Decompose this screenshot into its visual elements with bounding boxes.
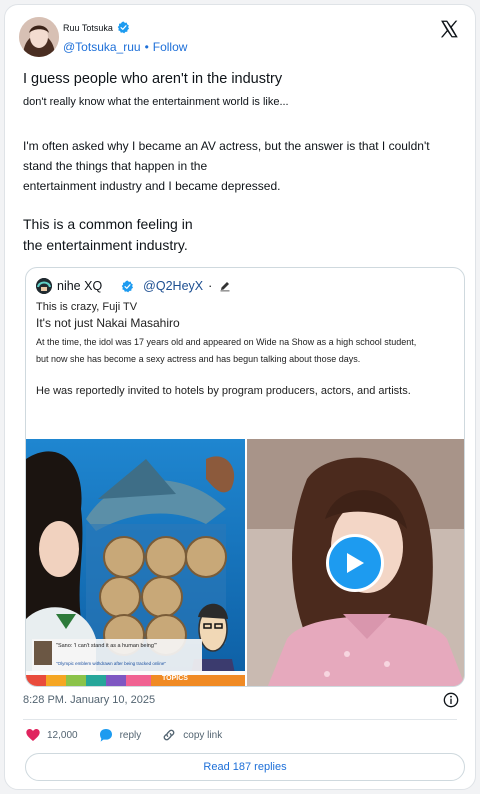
post-card: Ruu Totsuka @Totsuka_ruu • Follow I gues…	[4, 4, 476, 790]
author-display-name[interactable]: Ruu Totsuka	[63, 23, 113, 33]
quoted-post[interactable]: nihe XQ @Q2HeyX · This is crazy, Fuji TV…	[25, 267, 465, 687]
follow-button[interactable]: Follow	[153, 40, 188, 54]
post-header: Ruu Totsuka @Totsuka_ruu • Follow	[19, 17, 461, 63]
heart-icon	[26, 729, 40, 741]
quoted-text-line: but now she has become a sexy actress an…	[36, 354, 361, 364]
media-grid: "Sano: 'I can't stand it as a human bein…	[26, 439, 464, 686]
divider	[23, 719, 457, 720]
post-text-line: entertainment industry and I became depr…	[23, 179, 281, 193]
handle-separator: •	[144, 40, 149, 54]
post-text-paragraph: I'm often asked why I became an AV actre…	[23, 136, 461, 196]
edited-pencil-icon	[220, 282, 230, 292]
post-text-line: don't really know what the entertainment…	[23, 96, 289, 108]
video-play-button[interactable]	[326, 534, 384, 592]
play-icon	[347, 553, 364, 573]
post-text-line: I guess people who aren't in the industr…	[23, 71, 283, 87]
quoted-author-handle: @Q2HeyX	[143, 279, 204, 293]
like-count: 12,000	[47, 729, 78, 741]
post-timestamp[interactable]: 8:28 PM. January 10, 2025	[23, 694, 155, 706]
quoted-text-line: This is crazy, Fuji TV	[36, 301, 138, 313]
x-logo-icon[interactable]	[439, 19, 459, 39]
verified-badge-icon	[117, 21, 129, 34]
info-icon[interactable]	[443, 692, 459, 708]
copy-link-action[interactable]: copy link	[161, 727, 222, 743]
quoted-author-avatar	[36, 278, 52, 294]
media-topics-tag: TOPICS	[162, 675, 188, 682]
copy-link-label: copy link	[183, 729, 223, 741]
media-caption-ticker: "Olympic emblem withdrawn after being tr…	[56, 661, 166, 666]
post-text-line: I'm often asked why I became an AV actre…	[23, 139, 430, 153]
post-text-line: This is a common feeling in	[23, 216, 193, 232]
reply-label: reply	[119, 729, 142, 741]
like-action[interactable]: 12,000	[25, 727, 78, 743]
quoted-separator: ·	[208, 279, 213, 293]
quoted-author-name: nihe XQ	[57, 279, 103, 293]
author-avatar[interactable]	[19, 17, 59, 57]
quoted-text-line: He was reportedly invited to hotels by p…	[36, 385, 411, 397]
quoted-text-line: At the time, the idol was 17 years old a…	[36, 337, 417, 347]
link-icon	[163, 729, 175, 741]
read-replies-button[interactable]: Read 187 replies	[25, 753, 465, 781]
post-text-line: stand the things that happen in the	[23, 159, 208, 173]
author-handle[interactable]: @Totsuka_ruu	[63, 40, 141, 54]
post-actions: 12,000 reply copy link	[25, 727, 242, 743]
post-text-line: the entertainment industry.	[23, 237, 188, 253]
post-text-paragraph: This is a common feeling in the entertai…	[23, 214, 461, 256]
media-caption-quote: "Sano: 'I can't stand it as a human bein…	[56, 643, 157, 649]
quoted-text-line: It's not just Nakai Masahiro	[36, 316, 180, 330]
reply-action[interactable]: reply	[98, 727, 142, 743]
media-image-tv-show[interactable]: "Sano: 'I can't stand it as a human bein…	[26, 439, 245, 686]
reply-bubble-icon	[99, 729, 112, 742]
verified-badge-icon	[121, 280, 134, 292]
